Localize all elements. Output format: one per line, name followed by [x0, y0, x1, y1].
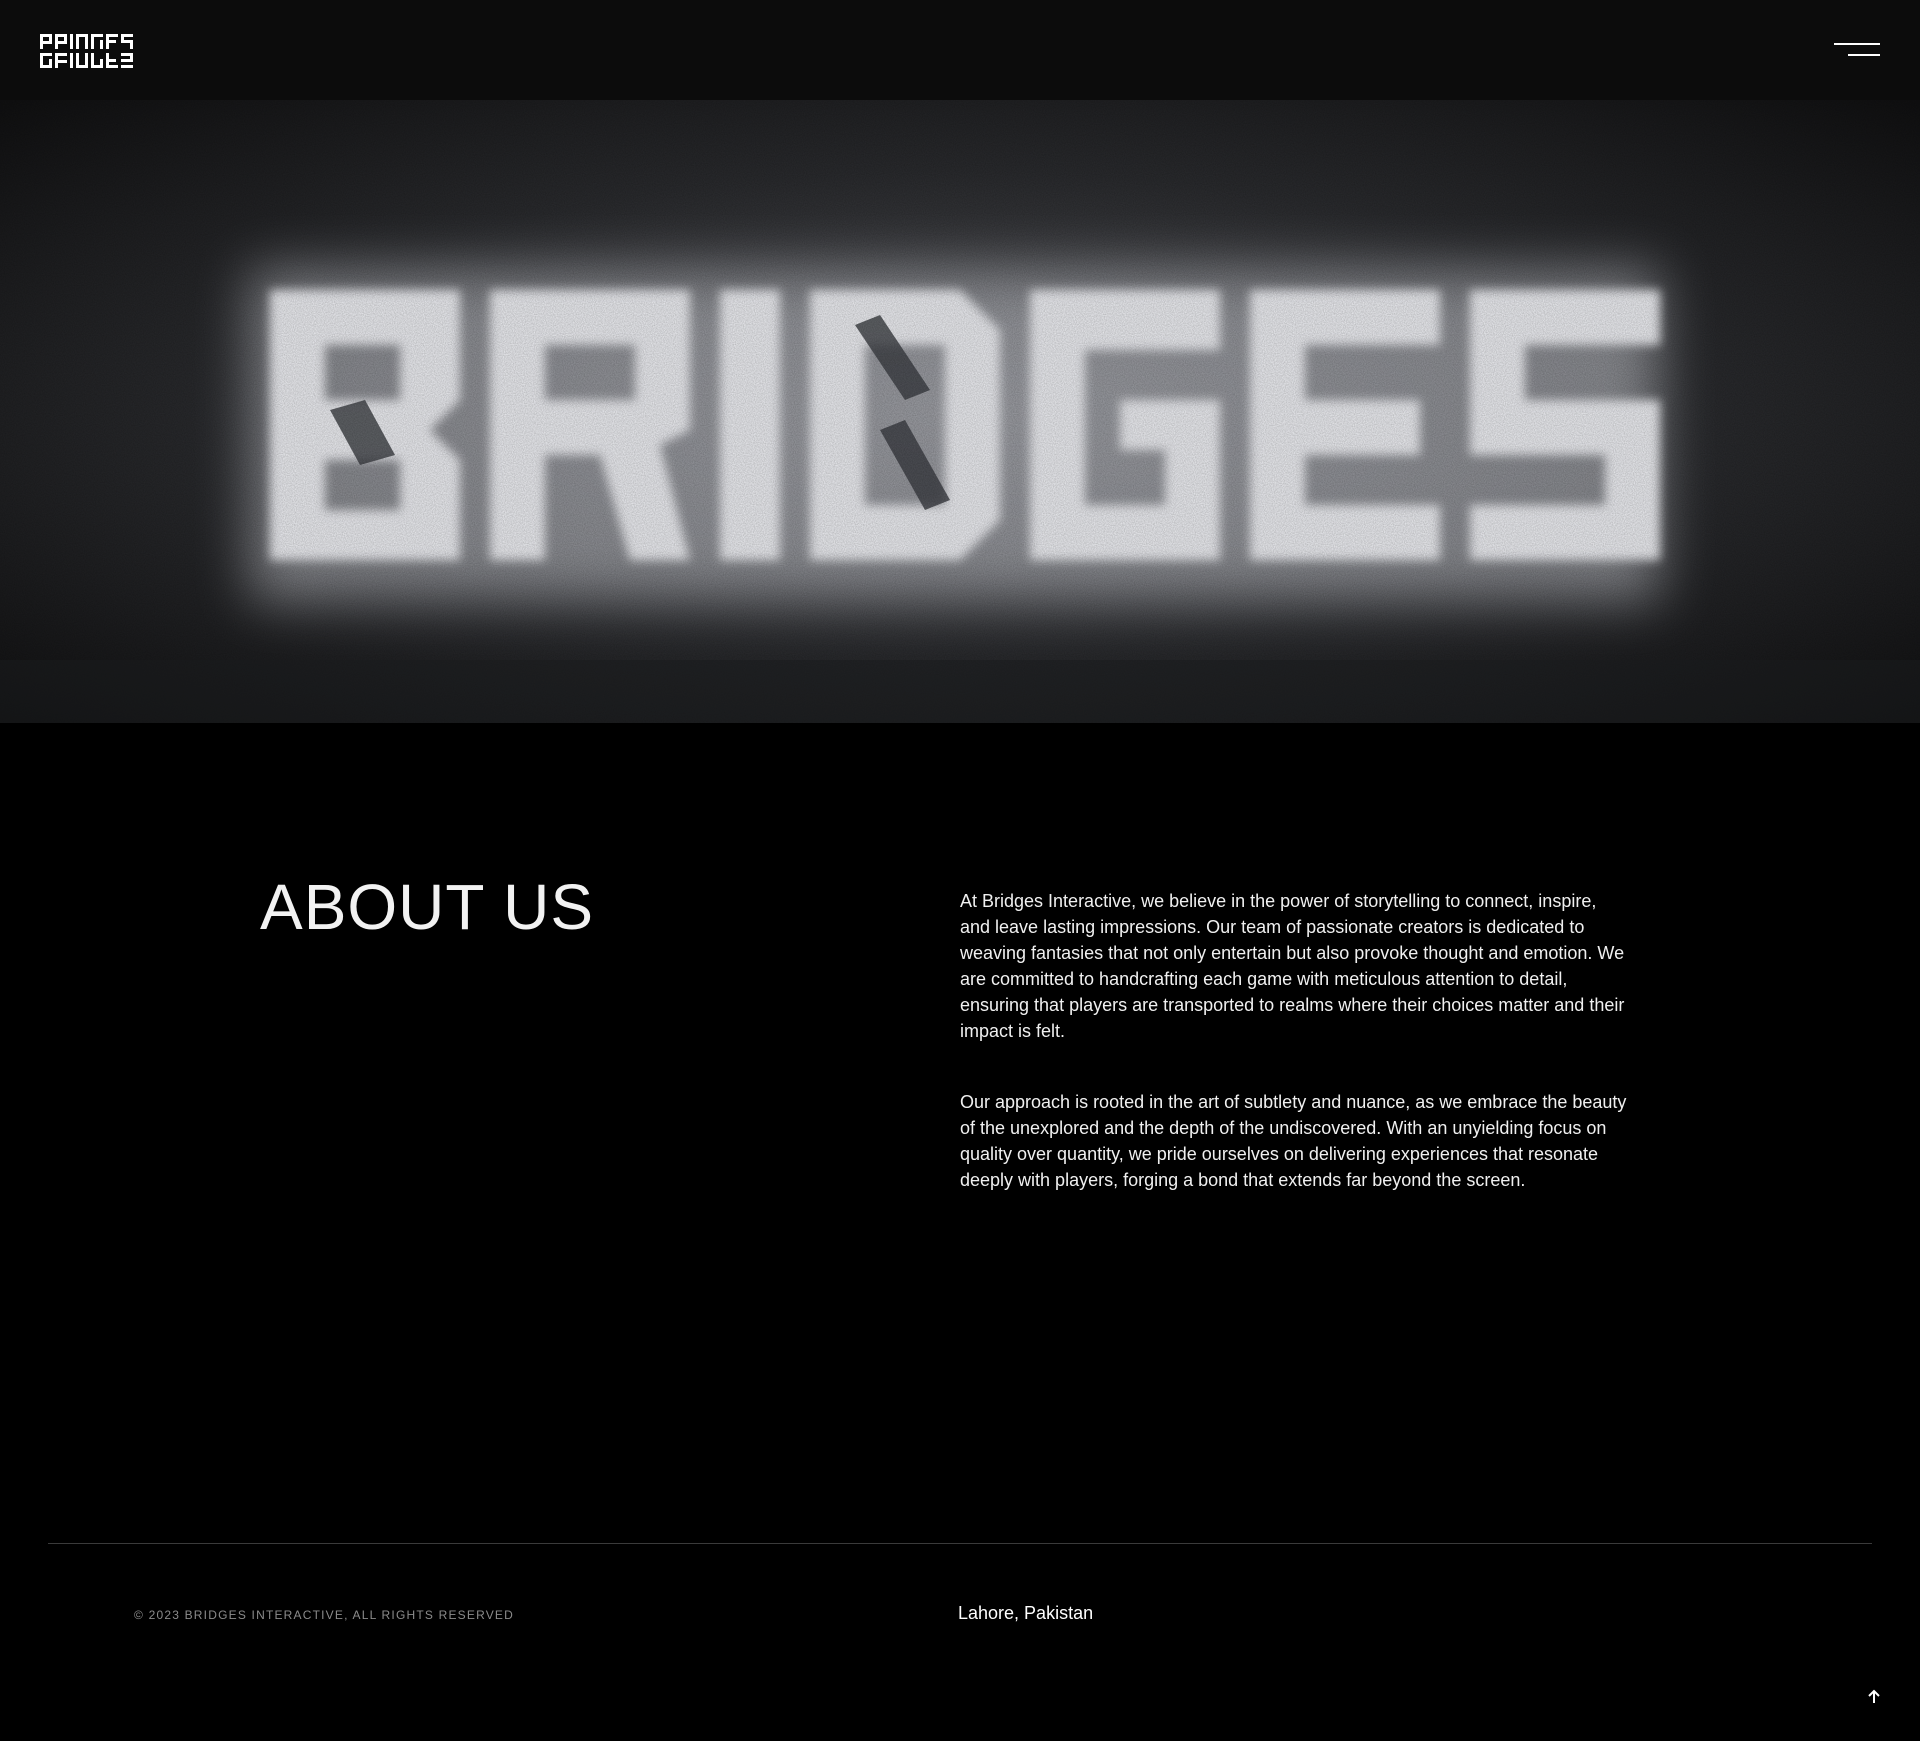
copyright-text: © 2023 BRIDGES INTERACTIVE, ALL RIGHTS R…	[134, 1608, 515, 1622]
about-paragraph-1: At Bridges Interactive, we believe in th…	[960, 891, 1625, 1041]
back-to-top-arrow	[1868, 1689, 1880, 1703]
arrow-up-icon[interactable]	[1862, 1685, 1886, 1709]
footer-divider	[48, 1543, 1872, 1544]
menu-line-top	[1834, 43, 1880, 45]
about-text: At Bridges Interactive, we believe in th…	[960, 888, 1630, 1193]
site-header	[0, 0, 1920, 100]
about-heading: ABOUT US	[260, 871, 594, 943]
hero-stencil-artwork	[0, 100, 1920, 723]
location-text: Lahore, Pakistan	[958, 1603, 1094, 1623]
menu-line-bottom	[1848, 54, 1880, 56]
hero-banner	[0, 100, 1920, 723]
bridges-logo-mark	[40, 34, 133, 68]
bridges-logo[interactable]	[40, 32, 138, 70]
about-paragraph-2: Our approach is rooted in the art of sub…	[960, 1092, 1627, 1190]
hamburger-menu-icon[interactable]	[1832, 38, 1880, 62]
